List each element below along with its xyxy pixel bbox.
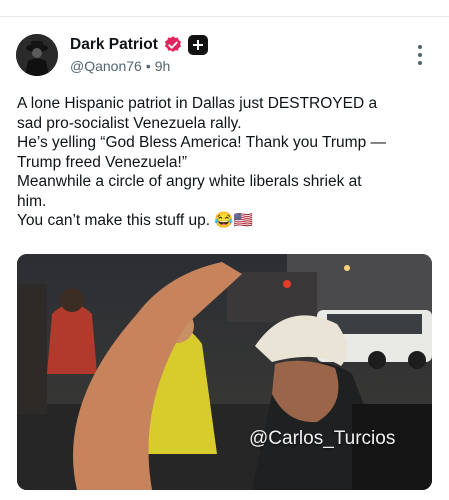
video-watermark: @Carlos_Turcios <box>249 428 396 449</box>
author-handle[interactable]: @Qanon76 <box>70 58 142 74</box>
post-body: A lone Hispanic patriot in Dallas just D… <box>17 94 437 231</box>
author-avatar[interactable] <box>16 34 58 76</box>
post-body-line: sad pro-socialist Venezuela rally. <box>17 114 242 132</box>
avatar-figure-icon <box>16 34 58 76</box>
post-time[interactable]: 9h <box>155 58 171 74</box>
more-options-icon[interactable] <box>410 43 430 67</box>
video-frame <box>17 254 432 490</box>
post-body-line: He’s yelling “God Bless America! Thank y… <box>17 134 386 151</box>
post-header: Dark Patriot @Qanon76 • 9h <box>70 35 208 74</box>
post-body-line: Meanwhile a circle of angry white libera… <box>17 173 362 190</box>
author-name[interactable]: Dark Patriot <box>70 36 158 54</box>
plus-badge-icon <box>187 35 208 55</box>
post-card[interactable]: Dark Patriot @Qanon76 • 9h A lone Hispan… <box>0 17 449 500</box>
meta-separator: • <box>145 58 151 74</box>
post-body-line: You can’t make this stuff up. 😂🇺🇸 <box>17 212 253 229</box>
post-body-line: Trump freed Venezuela!” <box>17 153 188 171</box>
verified-badge-icon <box>164 36 181 52</box>
post-body-line: A lone Hispanic patriot in Dallas just D… <box>17 95 378 112</box>
post-body-line: him. <box>17 192 47 210</box>
video-player[interactable]: @Carlos_Turcios <box>17 254 432 490</box>
